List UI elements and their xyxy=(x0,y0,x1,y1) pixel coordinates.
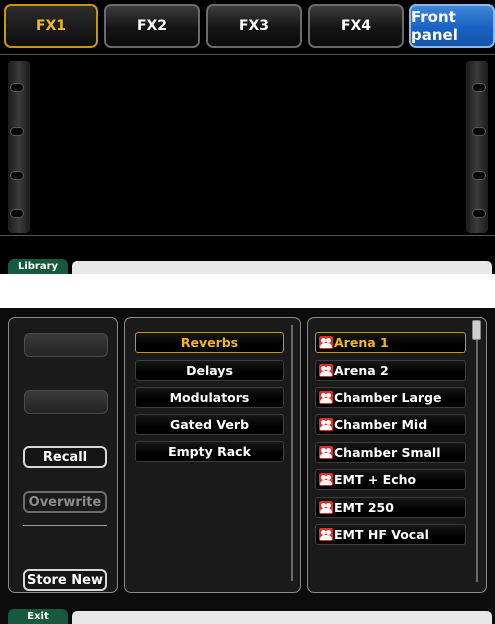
preset-label: Chamber Mid xyxy=(334,417,428,432)
library-bar: Library xyxy=(0,258,495,274)
category-scrollbar[interactable] xyxy=(291,325,293,581)
exit-bar-strip xyxy=(72,611,492,624)
tab-fx2[interactable]: FX2 xyxy=(104,4,200,48)
category-item-empty-rack[interactable]: Empty Rack xyxy=(135,441,284,462)
preset-item[interactable]: Chamber Mid xyxy=(315,414,466,435)
library-bar-strip xyxy=(72,261,492,274)
rack-screw-hole xyxy=(472,171,486,180)
recall-button[interactable]: Recall xyxy=(23,446,107,468)
preset-item[interactable]: EMT + Echo xyxy=(315,469,466,490)
exit-bar: Exit xyxy=(0,608,495,624)
rack-screw-hole xyxy=(10,209,24,218)
divider xyxy=(23,525,107,526)
rack-screw-hole xyxy=(10,83,24,92)
fx-rack-display xyxy=(0,54,495,236)
tab-fx4[interactable]: FX4 xyxy=(308,4,404,48)
category-item-reverbs[interactable]: Reverbs xyxy=(135,332,284,353)
preset-label: Chamber Small xyxy=(334,445,441,460)
library-actions-panel: Recall Overwrite Store New xyxy=(8,317,118,593)
tab-fx1[interactable]: FX1 xyxy=(4,4,98,48)
preset-scrollbar-thumb[interactable] xyxy=(472,320,481,340)
rack-screw-hole xyxy=(10,127,24,136)
user-preset-icon xyxy=(319,528,333,541)
fx-rack-screen: FX1 FX2 FX3 FX4 Front panel Library xyxy=(0,0,495,274)
exit-tab[interactable]: Exit xyxy=(8,609,68,624)
rack-screw-hole xyxy=(10,171,24,180)
category-item-modulators[interactable]: Modulators xyxy=(135,387,284,408)
preset-item[interactable]: EMT HF Vocal xyxy=(315,524,466,545)
preset-item[interactable]: Arena 2 xyxy=(315,360,466,381)
tab-front-panel[interactable]: Front panel xyxy=(409,4,495,48)
preset-label: EMT + Echo xyxy=(334,472,417,487)
preset-label: Arena 2 xyxy=(334,363,389,378)
empty-slot xyxy=(24,390,108,414)
user-preset-icon xyxy=(319,418,333,431)
rack-ear-right xyxy=(466,61,488,233)
preset-label: EMT 250 xyxy=(334,500,394,515)
user-preset-icon xyxy=(319,446,333,459)
rack-screw-hole xyxy=(472,209,486,218)
user-preset-icon xyxy=(319,336,333,349)
preset-item[interactable]: Arena 1 xyxy=(315,332,466,353)
category-item-delays[interactable]: Delays xyxy=(135,360,284,381)
preset-label: Chamber Large xyxy=(334,390,442,405)
preset-item[interactable]: Chamber Small xyxy=(315,442,466,463)
empty-slot xyxy=(24,333,108,357)
user-preset-icon xyxy=(319,501,333,514)
preset-label: Arena 1 xyxy=(334,335,389,350)
library-screen: Recall Overwrite Store New Reverbs Delay… xyxy=(0,308,495,624)
tab-fx3[interactable]: FX3 xyxy=(206,4,302,48)
user-preset-icon xyxy=(319,364,333,377)
user-preset-icon xyxy=(319,473,333,486)
preset-item[interactable]: Chamber Large xyxy=(315,387,466,408)
rack-screw-hole xyxy=(472,83,486,92)
category-item-gated-verb[interactable]: Gated Verb xyxy=(135,414,284,435)
user-preset-icon xyxy=(319,391,333,404)
category-list-panel: Reverbs Delays Modulators Gated Verb Emp… xyxy=(124,317,301,593)
overwrite-button[interactable]: Overwrite xyxy=(23,491,107,513)
preset-item[interactable]: EMT 250 xyxy=(315,497,466,518)
preset-label: EMT HF Vocal xyxy=(334,527,429,542)
rack-screw-hole xyxy=(472,127,486,136)
preset-list-panel: Arena 1 Arena 2 Chamber Large Chamber Mi… xyxy=(307,317,487,593)
store-new-button[interactable]: Store New xyxy=(23,569,107,591)
preset-scrollbar[interactable] xyxy=(476,334,478,582)
rack-ear-left xyxy=(8,61,30,233)
library-tab[interactable]: Library xyxy=(8,259,68,274)
